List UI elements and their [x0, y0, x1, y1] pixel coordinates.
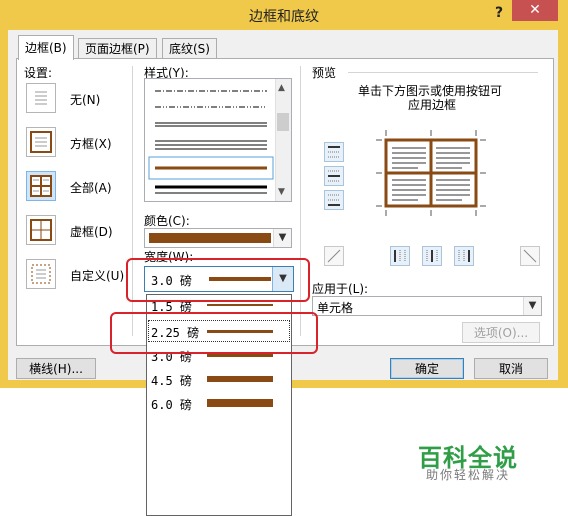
setting-label-grid[interactable]: 虚框(D) — [70, 223, 113, 240]
settings-heading: 设置: — [24, 66, 53, 80]
chevron-down-icon[interactable]: ▼ — [523, 297, 541, 315]
diagonal-up-icon — [327, 249, 341, 263]
color-heading: 颜色(C): — [144, 214, 190, 228]
apply-to-value: 单元格 — [317, 301, 354, 315]
annotation-width-combo — [126, 258, 310, 302]
setting-label-all[interactable]: 全部(A) — [70, 179, 112, 196]
width-option-label: 6.0 磅 — [151, 398, 192, 412]
setting-label-custom[interactable]: 自定义(U) — [70, 267, 124, 284]
width-sample-line — [207, 376, 273, 382]
width-option-6-0[interactable]: 6.0 磅 — [149, 393, 289, 413]
border-top-icon — [328, 146, 340, 158]
color-combo[interactable]: ▼ — [144, 228, 292, 248]
preview-hint-line2: 应用边框 — [408, 98, 457, 112]
diagonal-up-button[interactable] — [520, 246, 540, 266]
setting-label-box[interactable]: 方框(X) — [70, 135, 112, 152]
chevron-down-icon[interactable]: ▼ — [273, 229, 291, 247]
color-swatch — [149, 233, 271, 243]
cancel-button[interactable]: 取消 — [474, 358, 548, 379]
border-all-icon[interactable] — [26, 171, 56, 201]
dialog-title: 边框和底纹 — [249, 9, 319, 25]
style-list[interactable]: ▲ ▼ — [144, 78, 292, 202]
preview-area[interactable] — [376, 130, 486, 216]
border-right-icon — [458, 250, 470, 262]
preview-heading: 预览 — [312, 66, 337, 80]
title-bar: 边框和底纹 ? ✕ — [0, 0, 568, 30]
top-border-button[interactable] — [324, 142, 344, 162]
annotation-2-25-option — [110, 312, 318, 354]
options-button[interactable]: 选项(O)... — [462, 322, 540, 343]
ok-button[interactable]: 确定 — [390, 358, 464, 379]
border-bottom-icon — [328, 194, 340, 206]
diagonal-down-button[interactable] — [324, 246, 344, 266]
tab-borders[interactable]: 边框(B) — [18, 35, 74, 60]
width-option-label: 4.5 磅 — [151, 374, 192, 388]
right-border-button[interactable] — [454, 246, 474, 266]
width-option-4-5[interactable]: 4.5 磅 — [149, 369, 289, 389]
border-none-icon[interactable] — [26, 83, 56, 113]
width-sample-line — [207, 399, 273, 407]
watermark-slogan: 助你轻松解决 — [426, 468, 511, 482]
close-button[interactable]: ✕ — [512, 0, 558, 21]
border-inside-vertical-icon — [426, 250, 438, 262]
style-list-scrollbar[interactable]: ▲ ▼ — [275, 79, 291, 201]
tab-page-border[interactable]: 页面边框(P) — [78, 38, 157, 59]
left-border-button[interactable] — [390, 246, 410, 266]
horizontal-line-button[interactable]: 横线(H)... — [16, 358, 96, 379]
diagonal-down-icon — [523, 249, 537, 263]
setting-label-none[interactable]: 无(N) — [70, 91, 100, 108]
border-left-icon — [394, 250, 406, 262]
border-custom-icon[interactable] — [26, 259, 56, 289]
width-sample-line — [207, 304, 273, 306]
middle-border-button[interactable] — [324, 166, 344, 186]
preview-heading-rule — [348, 72, 538, 73]
apply-to-heading: 应用于(L): — [312, 282, 369, 296]
scroll-up-icon[interactable]: ▲ — [278, 83, 285, 93]
center-border-button[interactable] — [422, 246, 442, 266]
border-inside-horizontal-icon — [328, 170, 340, 182]
scroll-down-icon[interactable]: ▼ — [278, 187, 285, 197]
scroll-thumb[interactable] — [277, 113, 289, 131]
border-grid-icon[interactable] — [26, 215, 56, 245]
border-box-icon[interactable] — [26, 127, 56, 157]
help-button[interactable]: ? — [486, 2, 512, 24]
bottom-border-button[interactable] — [324, 190, 344, 210]
tab-shading[interactable]: 底纹(S) — [162, 38, 217, 59]
apply-to-combo[interactable]: 单元格 ▼ — [312, 296, 542, 316]
